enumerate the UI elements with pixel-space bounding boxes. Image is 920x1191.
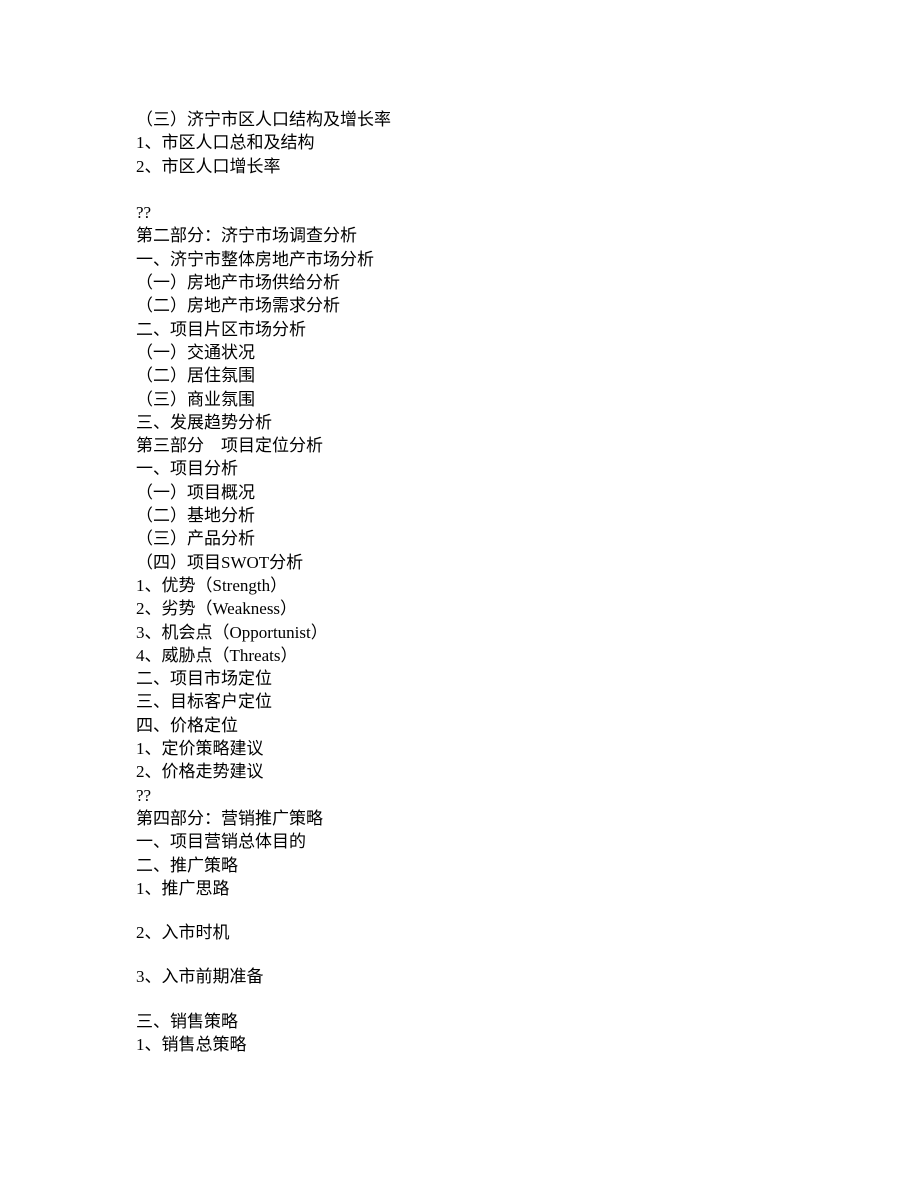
part-heading: 第二部分：济宁市场调查分析 (136, 226, 357, 246)
subsection-heading: （一）项目概况 (136, 482, 255, 502)
subsection-heading: （二）房地产市场需求分析 (136, 296, 340, 316)
section-heading: 二、项目市场定位 (136, 669, 272, 689)
section-heading: 三、目标客户定位 (136, 692, 272, 712)
list-item: 2、劣势（Weakness） (136, 599, 298, 619)
section-heading: 三、发展趋势分析 (136, 412, 272, 432)
list-item: 2、入市时机 (136, 923, 230, 943)
document-body: （三）济宁市区人口结构及增长率 1、市区人口总和及结构 2、市区人口增长率 ??… (136, 108, 836, 1056)
section-heading: 一、项目分析 (136, 459, 238, 479)
list-item: 2、价格走势建议 (136, 762, 264, 782)
section-heading: （三）济宁市区人口结构及增长率 (136, 110, 391, 129)
subsection-heading: （二）居住氛围 (136, 366, 255, 386)
list-item: 1、优势（Strength） (136, 575, 288, 595)
list-item: 1、市区人口总和及结构 (136, 133, 315, 153)
subsection-heading: （三）产品分析 (136, 529, 255, 549)
placeholder-text: ?? (136, 785, 152, 805)
subsection-heading: （三）商业氛围 (136, 389, 255, 409)
section-heading: 四、价格定位 (136, 715, 238, 735)
list-item: 3、机会点（Opportunist） (136, 622, 328, 642)
subsection-heading: （一）交通状况 (136, 342, 255, 362)
subsection-heading: （二）基地分析 (136, 506, 255, 526)
list-item: 1、定价策略建议 (136, 739, 264, 759)
list-item: 3、入市前期准备 (136, 967, 264, 987)
list-item: 2、市区人口增长率 (136, 156, 281, 176)
subsection-heading: （一）房地产市场供给分析 (136, 273, 340, 293)
section-heading: 二、推广策略 (136, 855, 238, 875)
list-item: 1、销售总策略 (136, 1034, 247, 1054)
document-page: （三）济宁市区人口结构及增长率 1、市区人口总和及结构 2、市区人口增长率 ??… (0, 0, 920, 1191)
part-heading: 第四部分：营销推广策略 (136, 808, 323, 828)
section-heading: 三、销售策略 (136, 1011, 238, 1031)
section-heading: 一、项目营销总体目的 (136, 832, 306, 852)
section-heading: 一、济宁市整体房地产市场分析 (136, 249, 374, 269)
list-item: 1、推广思路 (136, 878, 230, 898)
placeholder-text: ?? (136, 203, 152, 223)
part-heading: 第三部分 项目定位分析 (136, 436, 323, 456)
section-heading: 二、项目片区市场分析 (136, 319, 306, 339)
subsection-heading: （四）项目SWOT分析 (136, 552, 304, 572)
list-item: 4、威胁点（Threats） (136, 645, 298, 665)
